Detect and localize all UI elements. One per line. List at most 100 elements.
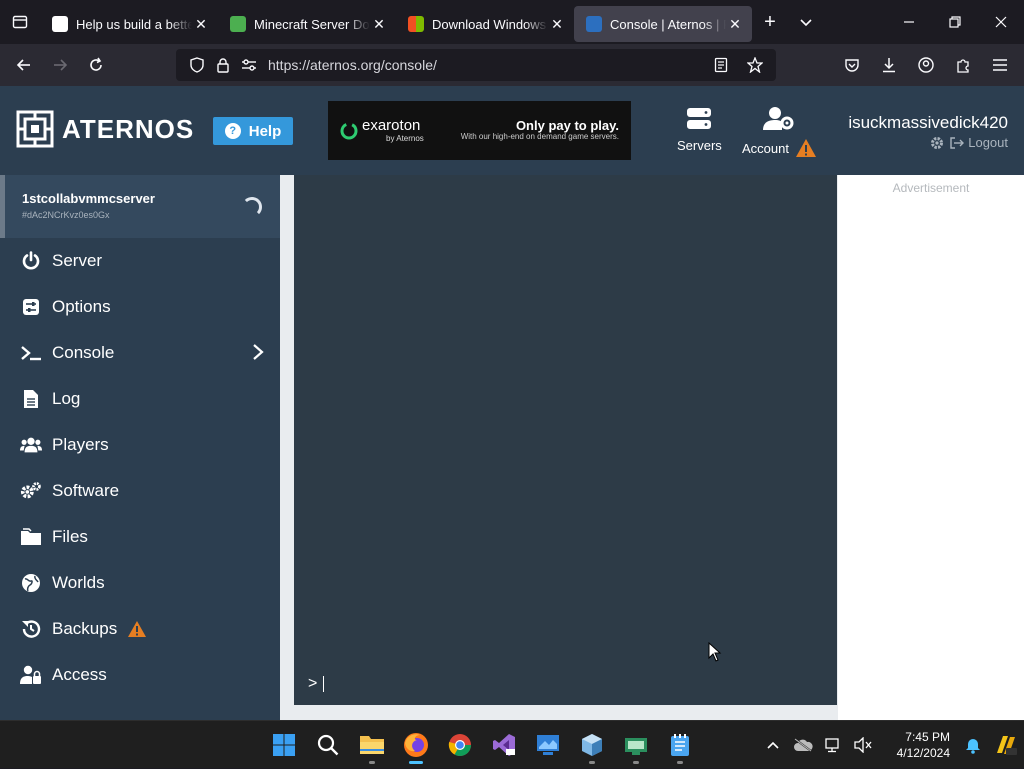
tab-close-icon[interactable]: ✕ (370, 16, 388, 33)
aternos-logo[interactable]: ATERNOS (16, 110, 194, 148)
app-menu-button[interactable] (982, 49, 1018, 81)
sidebar-item-worlds[interactable]: Worlds (0, 560, 280, 606)
tab-favicon-icon (52, 16, 68, 32)
windows-start-icon (273, 734, 295, 756)
tab-title: Help us build a better i (76, 16, 192, 32)
taskbar-notepad[interactable] (658, 723, 702, 767)
logout-link[interactable]: Logout (950, 135, 1008, 150)
taskbar-file-explorer[interactable] (350, 723, 394, 767)
window-controls (886, 0, 1024, 44)
new-tab-button[interactable]: + (752, 4, 788, 40)
account-circle-icon (918, 57, 934, 73)
browser-nav-bar: https://aternos.org/console/ (0, 44, 1024, 86)
reader-view-icon[interactable] (708, 57, 734, 73)
sidebar-item-console[interactable]: Console (0, 330, 280, 376)
taskbar-virtualbox[interactable] (570, 723, 614, 767)
tab-close-icon[interactable]: ✕ (726, 16, 744, 33)
sidebar: 1stcollabvmmcserver #dAc2NCrKvz0es0Gx Se… (0, 175, 280, 720)
arrow-right-icon (54, 59, 68, 71)
sidebar-item-label: Options (52, 297, 111, 316)
servers-link[interactable]: Servers (677, 106, 722, 153)
tab-list-button[interactable] (0, 0, 40, 44)
tab-console-aternos[interactable]: Console | Aternos | Free ✕ (574, 6, 752, 42)
sidebar-item-label: Software (52, 481, 120, 500)
tab-close-icon[interactable]: ✕ (192, 16, 210, 33)
server-card[interactable]: 1stcollabvmmcserver #dAc2NCrKvz0es0Gx (0, 175, 280, 238)
vm-monitor-icon (625, 738, 647, 755)
bookmark-star-icon[interactable] (742, 57, 768, 73)
network-tray-button[interactable] (818, 721, 848, 769)
taskbar-remote-desktop[interactable] (526, 723, 570, 767)
tab-minecraft-server[interactable]: Minecraft Server Downl ✕ (218, 6, 396, 42)
search-button[interactable] (306, 723, 350, 767)
url-text[interactable]: https://aternos.org/console/ (268, 57, 437, 73)
cloud-offline-icon (794, 738, 813, 752)
warning-icon (127, 620, 147, 638)
sidebar-item-label: Server (52, 251, 103, 270)
restore-button[interactable] (932, 0, 978, 44)
settings-gear-icon[interactable] (930, 136, 944, 150)
sidebar-item-label: Players (52, 435, 109, 454)
loading-spinner-icon (242, 197, 262, 217)
show-hidden-icons-button[interactable] (758, 721, 788, 769)
sidebar-item-label: Backups (52, 619, 118, 638)
forward-button[interactable] (42, 49, 78, 81)
taskbar-vm-app[interactable] (614, 723, 658, 767)
sidebar-item-log[interactable]: Log (0, 376, 280, 422)
taskbar-chrome[interactable] (438, 723, 482, 767)
taskbar-firefox[interactable] (394, 723, 438, 767)
close-window-button[interactable] (978, 0, 1024, 44)
warning-icon (795, 139, 816, 157)
sidebar-item-server[interactable]: Server (0, 238, 280, 284)
taskbar-visual-studio[interactable] (482, 723, 526, 767)
minimize-button[interactable] (886, 0, 932, 44)
toolbar-right (834, 49, 1018, 81)
sidebar-item-backups[interactable]: Backups (0, 606, 280, 652)
sidebar-item-label: Files (52, 527, 88, 546)
clock[interactable]: 7:45 PM 4/12/2024 (878, 729, 950, 761)
account-link[interactable]: Account (742, 106, 817, 158)
sidebar-item-software[interactable]: Software (0, 468, 280, 514)
downloads-button[interactable] (871, 49, 907, 81)
user-block: isuckmassivedick420 Logout (848, 113, 1008, 150)
help-button[interactable]: ? Help (213, 117, 293, 145)
tab-close-icon[interactable]: ✕ (548, 16, 566, 33)
virtualbox-icon (582, 734, 602, 756)
sidebar-item-files[interactable]: Files (0, 514, 280, 560)
sidebar-item-label: Access (52, 665, 107, 684)
ad-headline: Only pay to play. (515, 117, 619, 133)
back-button[interactable] (6, 49, 42, 81)
account-button[interactable] (908, 49, 944, 81)
start-button[interactable] (262, 723, 306, 767)
text-caret (323, 676, 325, 692)
extensions-button[interactable] (945, 49, 981, 81)
sidebar-item-players[interactable]: Players (0, 422, 280, 468)
copilot-icon (997, 736, 1017, 755)
taskbar-apps (262, 723, 702, 767)
onedrive-tray-button[interactable] (788, 721, 818, 769)
lock-icon[interactable] (210, 57, 236, 73)
tab-overflow-button[interactable] (788, 4, 824, 40)
tab-download-windows[interactable]: Download Windows 10 ✕ (396, 6, 574, 42)
terminal-icon (20, 342, 42, 364)
tab-help-us[interactable]: Help us build a better i ✕ (40, 6, 218, 42)
console-command-input[interactable]: > (308, 675, 325, 693)
reload-button[interactable] (78, 49, 114, 81)
permissions-icon[interactable] (236, 58, 262, 72)
address-bar[interactable]: https://aternos.org/console/ (176, 49, 776, 81)
puzzle-icon (957, 59, 969, 73)
ad-column: Advertisement (838, 175, 1024, 720)
logo-text: ATERNOS (62, 113, 195, 144)
shield-icon[interactable] (184, 57, 210, 73)
bell-icon (966, 739, 980, 754)
exaroton-ad-banner[interactable]: exaroton by Aternos Only pay to play. Wi… (328, 101, 631, 160)
notifications-button[interactable] (958, 721, 988, 769)
volume-tray-button[interactable] (848, 721, 878, 769)
pocket-button[interactable] (834, 49, 870, 81)
console-output[interactable]: > (294, 175, 837, 705)
taskbar: 7:45 PM 4/12/2024 (0, 720, 1024, 768)
firefox-icon (404, 733, 428, 757)
copilot-button[interactable] (988, 721, 1024, 769)
sidebar-item-access[interactable]: Access (0, 652, 280, 698)
sidebar-item-options[interactable]: Options (0, 284, 280, 330)
